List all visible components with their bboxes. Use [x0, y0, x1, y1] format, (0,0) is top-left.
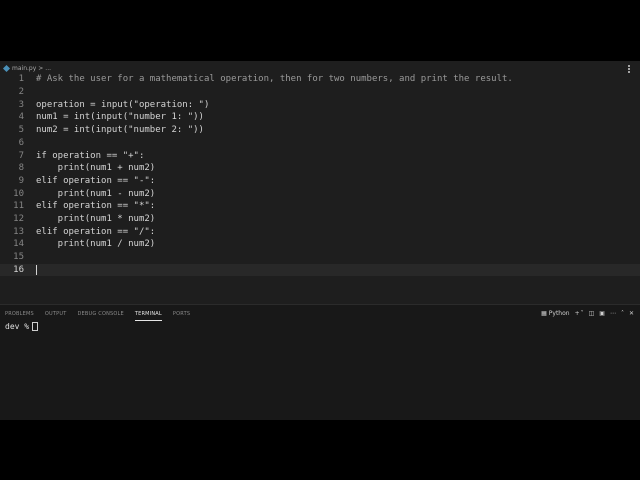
breadcrumb-file[interactable]: main.py: [12, 65, 36, 72]
line-number: 5: [18, 125, 24, 136]
line-number: 14: [13, 239, 24, 250]
trash-icon[interactable]: ▣: [599, 310, 605, 317]
bottom-panel: PROBLEMS OUTPUT DEBUG CONSOLE TERMINAL PORTS…: [0, 304, 640, 420]
code-line[interactable]: 6: [0, 137, 640, 150]
code-line[interactable]: 8 print(num1 + num2): [0, 162, 640, 175]
line-number: 12: [13, 214, 24, 225]
code-line[interactable]: 11 elif operation == "*":: [0, 200, 640, 213]
line-number: 1: [18, 74, 24, 85]
line-number: 16: [13, 264, 24, 275]
code-line[interactable]: 13 elif operation == "/":: [0, 225, 640, 238]
split-terminal-icon[interactable]: ◫: [589, 310, 595, 317]
tab-output[interactable]: OUTPUT: [45, 306, 67, 320]
line-number: 15: [13, 252, 24, 263]
code-line[interactable]: 15: [0, 251, 640, 264]
code-text: print(num1 + num2): [36, 163, 156, 174]
line-number: 9: [18, 175, 24, 186]
terminal-output[interactable]: dev %: [5, 322, 39, 331]
line-number: 11: [13, 201, 24, 212]
close-icon[interactable]: ✕: [629, 310, 634, 317]
code-text: print(num1 * num2): [36, 214, 156, 225]
code-text: num2 = int(input("number 2: ")): [36, 125, 204, 136]
code-text: print(num1 - num2): [36, 188, 156, 199]
code-text: elif operation == "/":: [36, 226, 156, 237]
terminal-label[interactable]: Python: [549, 310, 570, 317]
tab-debug-console[interactable]: DEBUG CONSOLE: [77, 306, 123, 320]
panel-actions: ▦ Python + ˅ ◫ ▣ ⋯ ˄ ✕: [536, 308, 634, 318]
line-number: 10: [13, 188, 24, 199]
line-number: 13: [13, 226, 24, 237]
code-line[interactable]: 12 print(num1 * num2): [0, 213, 640, 226]
new-terminal-icon[interactable]: +: [575, 310, 580, 317]
more-actions-icon[interactable]: [628, 65, 630, 73]
python-file-icon: [2, 64, 11, 72]
tab-problems[interactable]: PROBLEMS: [5, 306, 34, 320]
code-text: # Ask the user for a mathematical operat…: [36, 74, 513, 85]
breadcrumb-separator: >: [38, 64, 44, 72]
code-line[interactable]: 16: [0, 263, 640, 277]
code-line[interactable]: 14 print(num1 / num2): [0, 238, 640, 251]
code-text: num1 = int(input("number 1: ")): [36, 112, 204, 123]
line-number: 7: [18, 150, 24, 161]
code-text: operation = input("operation: "): [36, 99, 210, 110]
code-text: elif operation == "-":: [36, 175, 156, 186]
code-text: elif operation == "*":: [36, 201, 156, 212]
code-line[interactable]: 3 operation = input("operation: "): [0, 98, 640, 111]
code-line[interactable]: 10 print(num1 - num2): [0, 187, 640, 200]
maximize-icon[interactable]: ˄: [621, 310, 624, 317]
code-text: print(num1 / num2): [36, 239, 156, 250]
line-number: 8: [18, 163, 24, 174]
code-line[interactable]: 7 if operation == "+":: [0, 149, 640, 162]
more-icon[interactable]: ⋯: [610, 310, 616, 317]
code-editor-window: main.py > ... 1 # Ask the user for a math…: [0, 61, 640, 420]
editor-area[interactable]: 1 # Ask the user for a mathematical opera…: [0, 73, 640, 301]
tab-terminal[interactable]: TERMINAL: [134, 306, 162, 321]
line-number: 6: [18, 137, 24, 148]
terminal-icon: ▦: [541, 309, 547, 317]
tab-ports[interactable]: PORTS: [173, 306, 190, 320]
terminal-prompt: dev %: [5, 322, 30, 331]
code-line[interactable]: 9 elif operation == "-":: [0, 175, 640, 188]
text-cursor: [36, 264, 37, 275]
line-number: 4: [18, 112, 24, 123]
line-number: 2: [18, 87, 24, 98]
breadcrumb-more[interactable]: ...: [45, 65, 51, 72]
line-number: 3: [18, 99, 24, 110]
code-line[interactable]: 4 num1 = int(input("number 1: ")): [0, 111, 640, 124]
chevron-down-icon[interactable]: ˅: [581, 310, 584, 317]
code-line[interactable]: 2: [0, 86, 640, 99]
terminal-cursor: [32, 322, 39, 331]
panel-tabs: PROBLEMS OUTPUT DEBUG CONSOLE TERMINAL PORTS: [0, 305, 196, 321]
code-line[interactable]: 1 # Ask the user for a mathematical opera…: [0, 73, 640, 86]
code-line[interactable]: 5 num2 = int(input("number 2: ")): [0, 124, 640, 137]
code-text: if operation == "+":: [36, 150, 145, 161]
